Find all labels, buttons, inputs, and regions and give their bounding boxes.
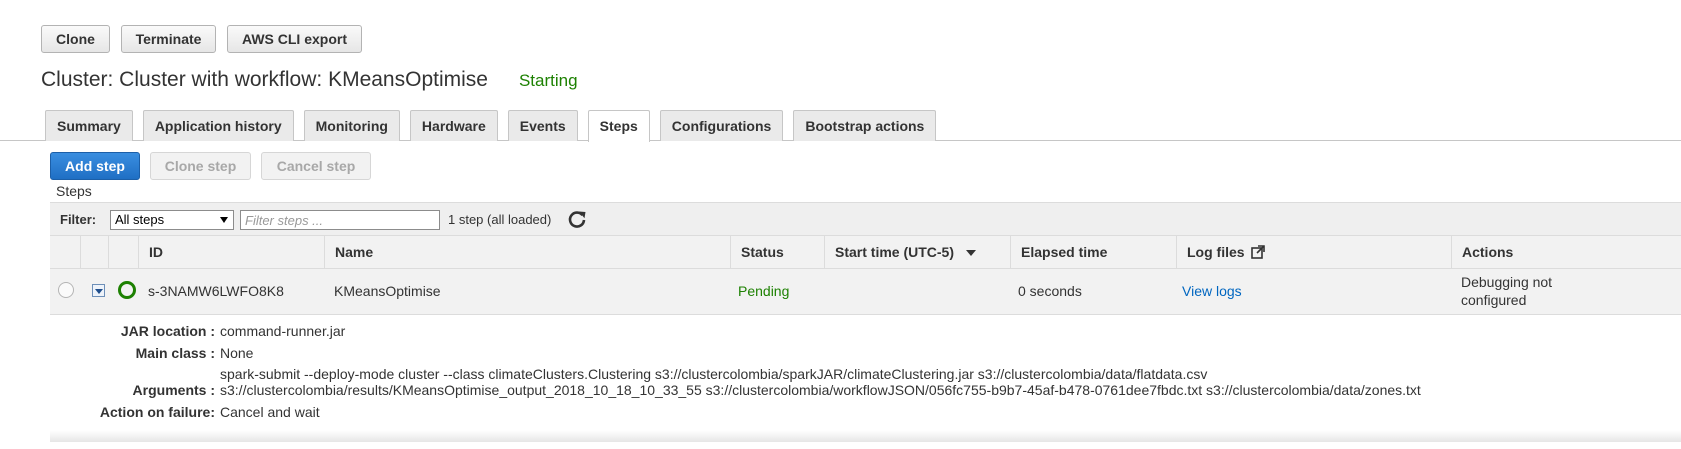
action-on-failure-label: Action on failure: (99, 404, 215, 420)
cluster-header: Cluster: Cluster with workflow: KMeansOp… (41, 68, 578, 92)
tab-bootstrap-actions[interactable]: Bootstrap actions (793, 110, 937, 141)
steps-table-header: ID Name Status Start time (UTC-5) Elapse… (50, 236, 1681, 269)
step-toolbar: Add step Clone step Cancel step (50, 152, 371, 180)
row-expand-toggle-icon[interactable] (92, 284, 105, 297)
arguments-line2: s3://clustercolombia/results/KMeansOptim… (220, 382, 1421, 398)
step-actions-line1: Debugging not (1461, 274, 1553, 290)
page-title: Cluster: Cluster with workflow: KMeansOp… (41, 68, 488, 91)
step-status: Pending (738, 283, 790, 299)
id-column-header[interactable]: ID (138, 236, 324, 268)
panel-bottom-edge (50, 430, 1681, 442)
elapsed-time-column-header[interactable]: Elapsed time (1010, 236, 1186, 268)
filter-label: Filter: (60, 212, 97, 227)
action-on-failure-value: Cancel and wait (220, 404, 320, 420)
sort-descending-icon (965, 250, 976, 257)
expand-column-header (80, 236, 108, 268)
filter-bar: Filter: All steps 1 step (all loaded) (50, 202, 1681, 236)
arguments-line1: spark-submit --deploy-mode cluster --cla… (220, 366, 1208, 382)
tab-steps[interactable]: Steps (587, 110, 650, 142)
log-files-header-label: Log files (1187, 244, 1245, 260)
select-column-header (50, 236, 80, 268)
start-time-header-label: Start time (UTC-5) (835, 244, 955, 260)
jar-location-value: command-runner.jar (220, 323, 346, 339)
main-class-label: Main class : (135, 345, 215, 361)
step-state-icon (118, 281, 136, 299)
cluster-status: Starting (518, 71, 578, 90)
start-time-column-header[interactable]: Start time (UTC-5) (824, 236, 1010, 268)
tab-configurations[interactable]: Configurations (659, 110, 784, 141)
tab-hardware[interactable]: Hardware (409, 110, 498, 141)
step-detail: JAR location : command-runner.jar Main c… (50, 315, 1681, 440)
tab-summary[interactable]: Summary (45, 110, 133, 141)
clone-step-button[interactable]: Clone step (150, 152, 251, 180)
tab-monitoring[interactable]: Monitoring (303, 110, 400, 141)
step-actions-line2: configured (1461, 292, 1527, 308)
log-files-column-header: Log files (1176, 236, 1461, 268)
main-class-value: None (220, 345, 254, 361)
aws-cli-export-button[interactable]: AWS CLI export (227, 25, 362, 53)
view-logs-link[interactable]: View logs (1182, 283, 1242, 299)
table-row: s-3NAMW6LWFO8K8 KMeansOptimise Pending 0… (50, 269, 1681, 315)
steps-panel: Filter: All steps 1 step (all loaded) ID… (50, 202, 1681, 449)
filter-steps-input[interactable] (240, 210, 440, 230)
cancel-step-button[interactable]: Cancel step (261, 152, 371, 180)
add-step-button[interactable]: Add step (50, 152, 140, 180)
step-id: s-3NAMW6LWFO8K8 (148, 283, 284, 299)
row-select-radio[interactable] (58, 282, 74, 298)
step-elapsed-time: 0 seconds (1018, 283, 1082, 299)
dropdown-arrow-icon (220, 217, 228, 223)
step-count: 1 step (all loaded) (448, 212, 552, 227)
external-link-icon (1251, 245, 1266, 259)
step-name: KMeansOptimise (334, 283, 441, 299)
tab-events[interactable]: Events (507, 110, 578, 141)
clone-button[interactable]: Clone (41, 25, 110, 53)
tab-bar: Summary Application history Monitoring H… (45, 110, 937, 142)
steps-section-label: Steps (56, 183, 92, 199)
terminate-button[interactable]: Terminate (121, 25, 216, 53)
step-filter-select[interactable]: All steps (110, 210, 234, 230)
cluster-toolbar: Clone Terminate AWS CLI export (41, 25, 362, 53)
status-column-header[interactable]: Status (730, 236, 824, 268)
refresh-icon[interactable] (567, 209, 587, 229)
name-column-header[interactable]: Name (324, 236, 730, 268)
actions-column-header: Actions (1451, 236, 1681, 268)
state-icon-column-header (108, 236, 138, 268)
tab-application-history[interactable]: Application history (142, 110, 294, 141)
jar-location-label: JAR location : (120, 323, 215, 339)
arguments-label: Arguments : (132, 382, 215, 398)
step-filter-selected: All steps (115, 212, 165, 227)
